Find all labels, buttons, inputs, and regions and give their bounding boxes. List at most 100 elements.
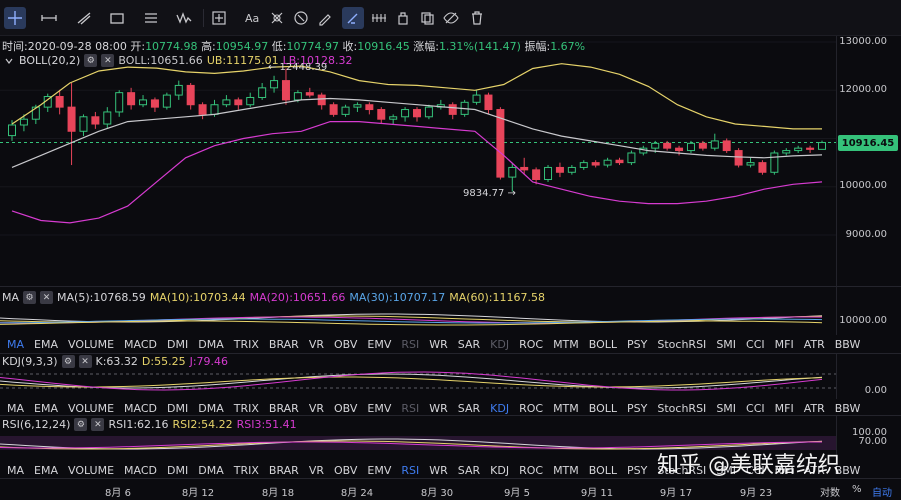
trash-icon[interactable]	[466, 7, 488, 29]
measure-icon[interactable]	[208, 7, 230, 29]
lock-icon[interactable]	[368, 7, 390, 29]
indicator-tab[interactable]: MACD	[119, 338, 162, 351]
settings-icon[interactable]: ⚙	[74, 418, 88, 431]
indicator-tab[interactable]: MFI	[770, 338, 799, 351]
log-toggle[interactable]: 对数	[820, 484, 840, 499]
close-icon[interactable]: ✕	[91, 418, 105, 431]
indicator-tab[interactable]: EMA	[29, 402, 63, 415]
indicator-tab[interactable]: VR	[304, 338, 329, 351]
indicator-tab[interactable]: DMA	[193, 402, 229, 415]
brush-icon[interactable]	[314, 7, 336, 29]
percent-toggle[interactable]: %	[852, 484, 862, 495]
indicator-tab[interactable]: SAR	[453, 464, 485, 477]
close-icon[interactable]: ✕	[101, 54, 115, 67]
close-icon[interactable]: ✕	[78, 355, 92, 368]
indicator-tab[interactable]: RSI	[396, 338, 424, 351]
indicator-tab[interactable]: EMA	[29, 338, 63, 351]
indicator-tab[interactable]: ROC	[514, 338, 548, 351]
indicator-tab[interactable]: KDJ	[485, 338, 514, 351]
horizontal-line-icon[interactable]	[38, 7, 60, 29]
indicator-tab[interactable]: MA	[2, 402, 29, 415]
indicator-tab[interactable]: MTM	[548, 338, 584, 351]
indicator-tab[interactable]: BOLL	[584, 402, 622, 415]
indicator-tab[interactable]: WR	[424, 402, 453, 415]
auto-toggle[interactable]: 自动	[872, 484, 892, 499]
indicator-tab[interactable]: MFI	[770, 402, 799, 415]
ruler-icon[interactable]	[290, 7, 312, 29]
text-icon[interactable]: Aa	[242, 7, 264, 29]
copy-icon[interactable]	[416, 7, 438, 29]
settings-icon[interactable]: ⚙	[84, 54, 98, 67]
indicator-tab[interactable]: BBW	[830, 402, 866, 415]
wave-icon[interactable]	[173, 7, 195, 29]
rectangle-icon[interactable]	[106, 7, 128, 29]
indicator-tab[interactable]: VR	[304, 402, 329, 415]
indicator-tab[interactable]: MA	[2, 464, 29, 477]
indicator-tab[interactable]: OBV	[329, 338, 362, 351]
indicator-tab[interactable]: ROC	[514, 402, 548, 415]
indicator-tab[interactable]: EMV	[362, 402, 396, 415]
indicator-tab[interactable]: OBV	[329, 464, 362, 477]
indicator-tab[interactable]: DMI	[162, 464, 193, 477]
indicator-tab[interactable]: VOLUME	[63, 402, 119, 415]
ma-pane[interactable]	[0, 304, 836, 334]
indicator-tab[interactable]: ATR	[799, 338, 830, 351]
indicator-tab[interactable]: MA	[2, 338, 29, 351]
indicator-tab[interactable]: BBW	[830, 338, 866, 351]
close-icon[interactable]: ✕	[40, 291, 54, 304]
indicator-tab[interactable]: DMI	[162, 338, 193, 351]
indicator-tab[interactable]: BRAR	[264, 464, 304, 477]
indicator-tab[interactable]: EMV	[362, 464, 396, 477]
pattern-icon[interactable]	[266, 7, 288, 29]
indicator-tab[interactable]: MTM	[548, 402, 584, 415]
indicator-tab[interactable]: StochRSI	[652, 338, 711, 351]
trend-line-icon[interactable]	[73, 7, 95, 29]
indicator-tab[interactable]: TRIX	[229, 402, 264, 415]
indicator-tab[interactable]: MTM	[548, 464, 584, 477]
indicator-tab[interactable]: PSY	[622, 464, 652, 477]
indicator-tab[interactable]: DMA	[193, 338, 229, 351]
indicator-tab[interactable]: KDJ	[485, 464, 514, 477]
indicator-tab[interactable]: VOLUME	[63, 338, 119, 351]
indicator-tab[interactable]: SAR	[453, 402, 485, 415]
clone-icon[interactable]	[392, 7, 414, 29]
fib-icon[interactable]	[140, 7, 162, 29]
indicator-tab[interactable]: DMI	[162, 402, 193, 415]
indicator-tab[interactable]: VOLUME	[63, 464, 119, 477]
indicator-tab[interactable]: OBV	[329, 402, 362, 415]
indicator-tab[interactable]: SMI	[711, 402, 741, 415]
indicator-tab[interactable]: BRAR	[264, 402, 304, 415]
magnet-icon[interactable]	[342, 7, 364, 29]
indicator-tab[interactable]: WR	[424, 338, 453, 351]
indicator-tab[interactable]: DMA	[193, 464, 229, 477]
indicator-tab[interactable]: EMA	[29, 464, 63, 477]
indicator-tab[interactable]: MACD	[119, 464, 162, 477]
indicator-tab[interactable]: EMV	[362, 338, 396, 351]
indicator-tab[interactable]: BOLL	[584, 338, 622, 351]
indicator-tab[interactable]: PSY	[622, 338, 652, 351]
indicator-tab[interactable]: MACD	[119, 402, 162, 415]
indicator-tab[interactable]: CCI	[741, 402, 770, 415]
indicator-tab[interactable]: CCI	[741, 338, 770, 351]
price-chart[interactable]	[0, 36, 836, 286]
indicator-tab[interactable]: TRIX	[229, 464, 264, 477]
indicator-tab[interactable]: RSI	[396, 402, 424, 415]
chevron-down-icon[interactable]	[2, 54, 15, 67]
crosshair-icon[interactable]	[4, 7, 26, 29]
settings-icon[interactable]: ⚙	[61, 355, 75, 368]
indicator-tab[interactable]: TRIX	[229, 338, 264, 351]
indicator-tab[interactable]: BRAR	[264, 338, 304, 351]
indicator-tab[interactable]: StochRSI	[652, 402, 711, 415]
time-axis[interactable]: 对数 % 自动 8月 6 8月 12 8月 18 8月 24 8月 30 9月 5 9月 1…	[0, 478, 901, 500]
kdj-pane[interactable]	[0, 368, 836, 398]
eye-off-icon[interactable]	[440, 7, 462, 29]
price-axis[interactable]: 13000.00 12000.00 10000.00 9000.00	[836, 36, 901, 286]
indicator-tab[interactable]: BOLL	[584, 464, 622, 477]
indicator-tab[interactable]: VR	[304, 464, 329, 477]
indicator-tab[interactable]: RSI	[396, 464, 424, 477]
indicator-tab[interactable]: KDJ	[485, 402, 514, 415]
indicator-tab[interactable]: SMI	[711, 338, 741, 351]
settings-icon[interactable]: ⚙	[23, 291, 37, 304]
indicator-tab[interactable]: ROC	[514, 464, 548, 477]
indicator-tab[interactable]: WR	[424, 464, 453, 477]
